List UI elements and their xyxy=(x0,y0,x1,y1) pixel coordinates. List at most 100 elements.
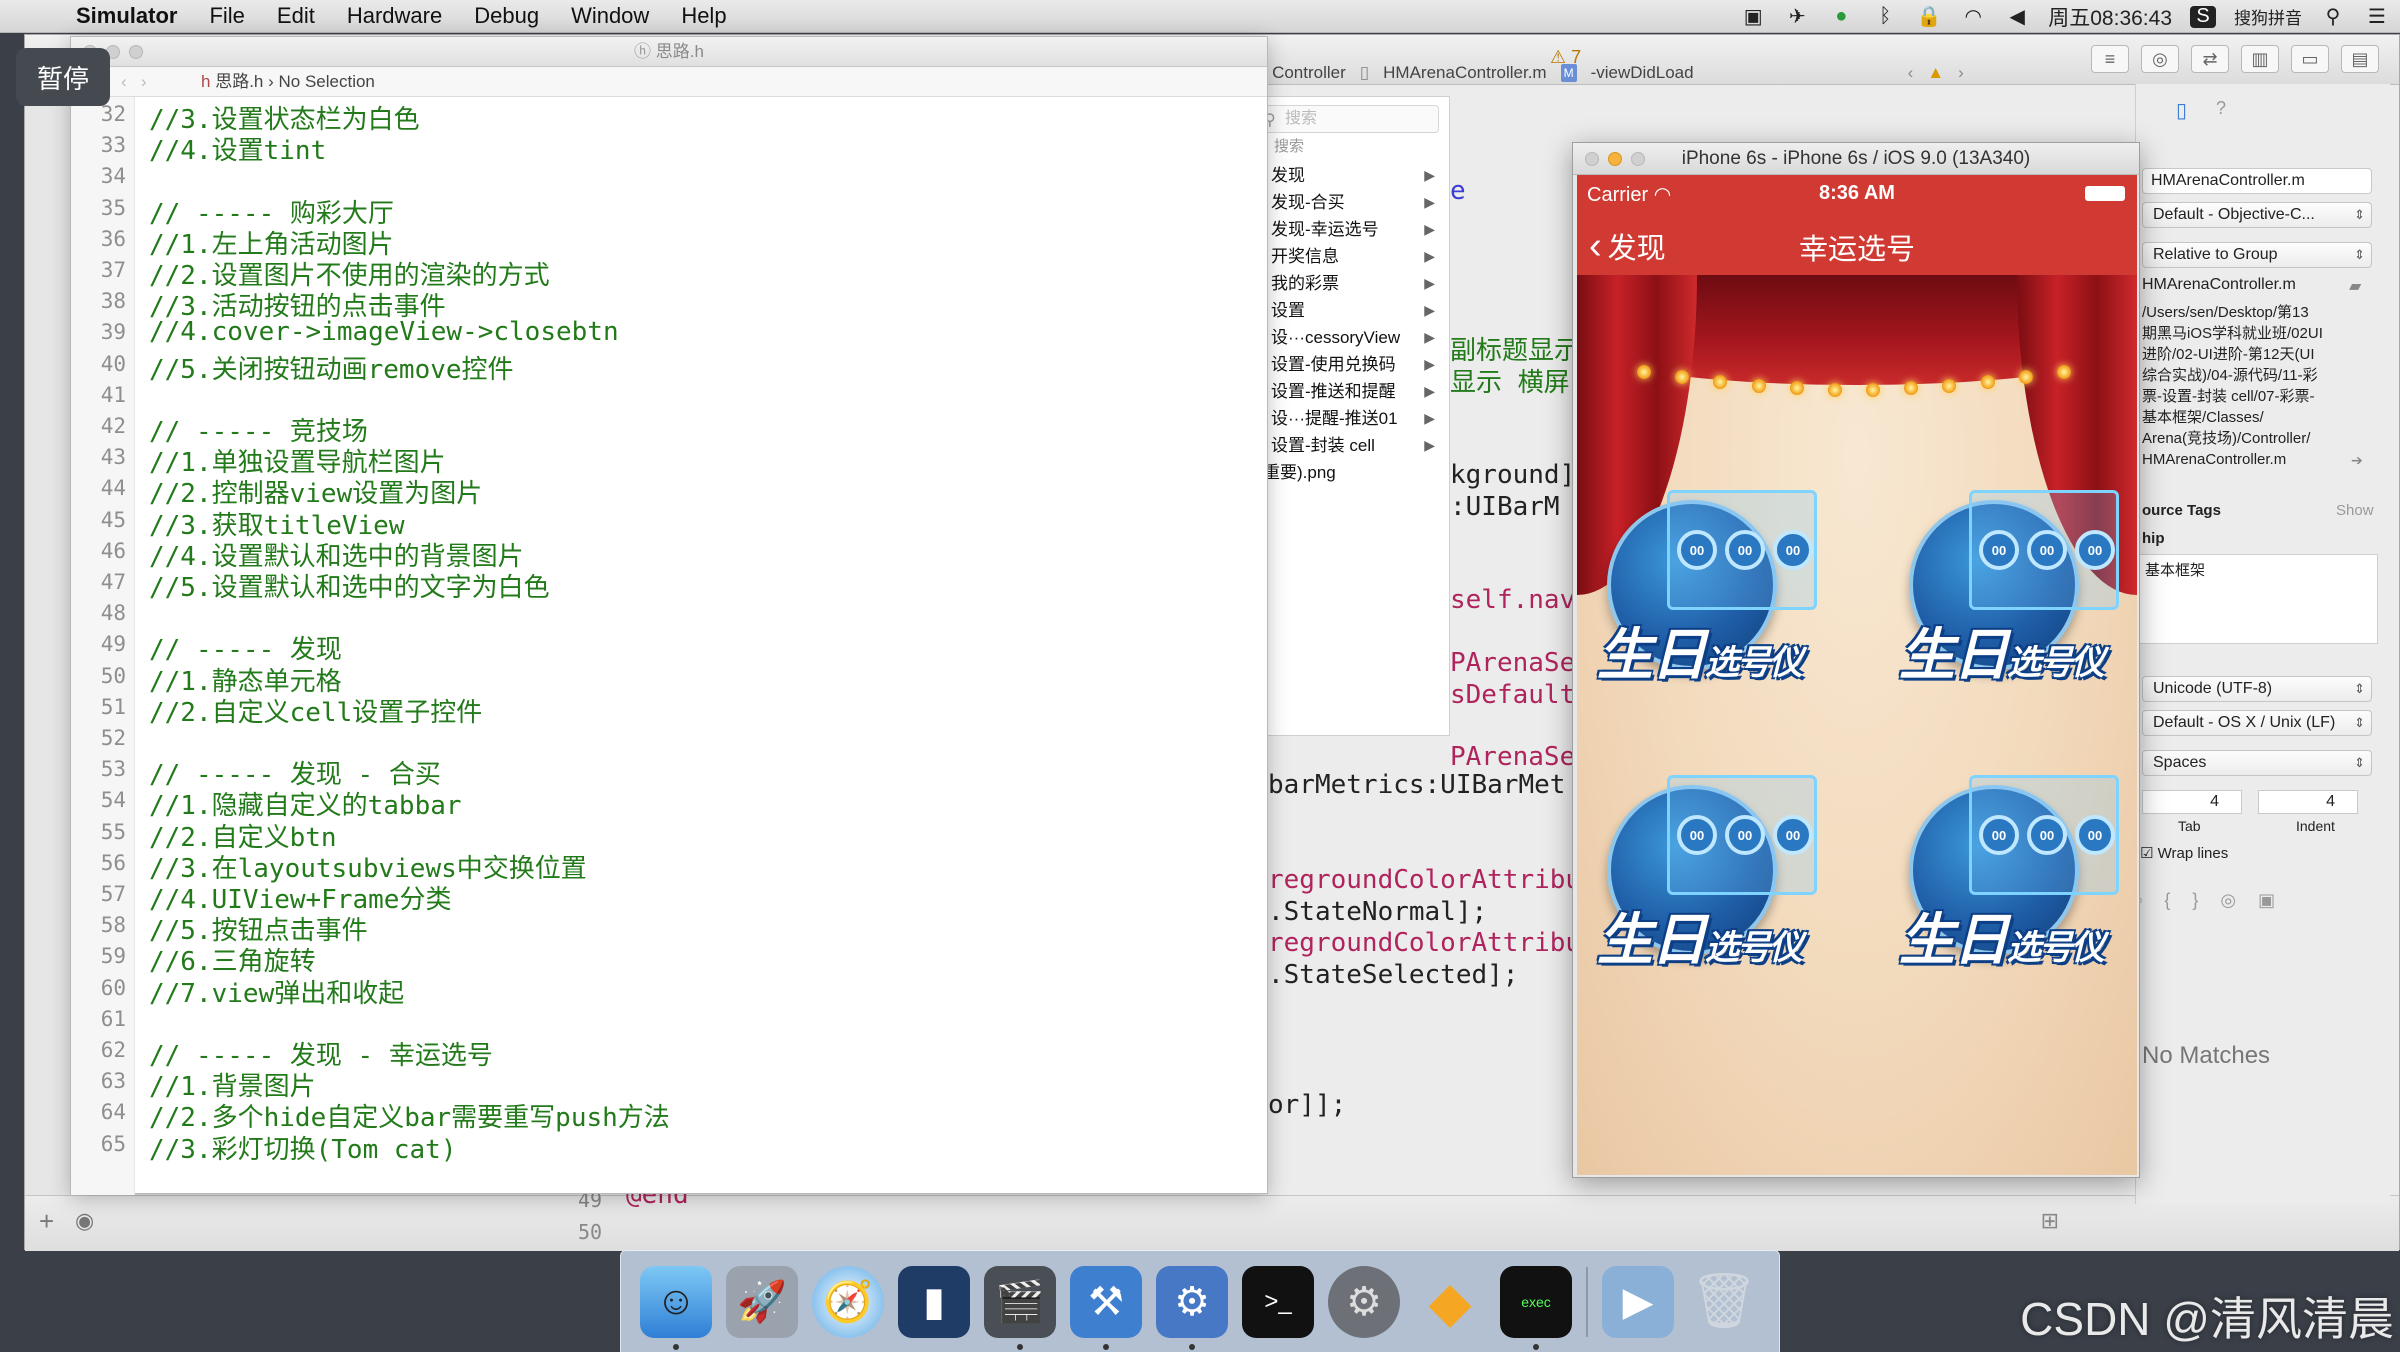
file-item[interactable]: 发现 ▶ xyxy=(1246,162,1449,189)
pause-badge[interactable]: 暂停 xyxy=(16,48,110,106)
file-item[interactable]: 发现-幸运选号 ▶ xyxy=(1246,216,1449,243)
menu-hardware[interactable]: Hardware xyxy=(331,3,458,29)
filter-icon[interactable]: ◉ xyxy=(75,1208,94,1234)
clock[interactable]: 周五08:36:43 xyxy=(2048,2,2172,32)
version-editor-icon[interactable]: ⇄ xyxy=(2191,45,2229,73)
file-item[interactable]: 常重要).png xyxy=(1246,459,1449,486)
standard-editor-icon[interactable]: ≡ xyxy=(2091,45,2129,73)
line-endings-select[interactable]: Default - OS X / Unix (LF) ⇕ xyxy=(2142,710,2372,736)
indent-using-select[interactable]: Spaces ⇕ xyxy=(2142,750,2372,776)
airplane-icon[interactable]: ✈ xyxy=(1784,6,1810,28)
jump-file[interactable]: HMArenaController.m xyxy=(1383,63,1546,83)
birthday-picker-tile[interactable]: 00 00 00 生日选号仪 xyxy=(1899,490,2129,710)
grid-icon[interactable]: ⊞ xyxy=(2041,1208,2059,1234)
birthday-picker-tile[interactable]: 00 00 00 生日选号仪 xyxy=(1597,490,1827,710)
toolbar-right-buttons: ≡ ◎ ⇄ ▥ ▭ ▤ xyxy=(2091,45,2379,73)
menu-window[interactable]: Window xyxy=(555,3,665,29)
menu-edit[interactable]: Edit xyxy=(261,3,331,29)
utilities-toggle-icon[interactable]: ▤ xyxy=(2341,45,2379,73)
file-type-select[interactable]: Default - Objective-C... ⇕ xyxy=(2142,202,2372,228)
minimize-button[interactable] xyxy=(1608,152,1622,166)
file-item[interactable]: 开奖信息 ▶ xyxy=(1246,243,1449,270)
volume-icon[interactable]: ◀ xyxy=(2004,6,2030,28)
jump-selection[interactable]: No Selection xyxy=(279,72,375,91)
menu-file[interactable]: File xyxy=(193,3,260,29)
sync-icon[interactable]: ● xyxy=(1828,5,1854,28)
encoding-select[interactable]: Unicode (UTF-8) ⇕ xyxy=(2142,676,2372,702)
screen-record-icon[interactable]: ▣ xyxy=(1740,6,1766,28)
jump-warning-icon[interactable]: ▲ xyxy=(1927,63,1944,83)
assistant-editor-icon[interactable]: ◎ xyxy=(2141,45,2179,73)
sogou-icon[interactable]: S xyxy=(2190,5,2216,28)
reveal-path-icon[interactable]: ➔ xyxy=(2351,452,2363,469)
iphone-screen[interactable]: Carrier ◠ 8:36 AM ‹ 发现 幸运选号 00 00 00 生日选号仪 0… xyxy=(1577,175,2137,1175)
birthday-picker-tile[interactable]: 00 00 00 生日选号仪 xyxy=(1597,775,1827,995)
instruments-icon[interactable]: ⚙ xyxy=(1156,1265,1228,1350)
file-item[interactable]: 设置 ▶ xyxy=(1246,297,1449,324)
screen-recorder-icon[interactable]: ▶ xyxy=(1602,1265,1674,1338)
file-search-input[interactable]: ⚲ 搜索 xyxy=(1256,105,1439,133)
photo-slideshow-icon[interactable]: 🎬 xyxy=(984,1265,1056,1350)
file-name-field[interactable]: HMArenaController.m xyxy=(2142,168,2372,194)
wrap-lines-checkbox[interactable]: ☑ Wrap lines xyxy=(2140,844,2228,862)
zoom-button[interactable] xyxy=(129,45,143,59)
code-line: //3.彩灯切换(Tom cat) xyxy=(149,1134,457,1165)
jump-prev-icon[interactable]: ‹ xyxy=(1908,63,1914,83)
spotlight-search-icon[interactable]: ⚲ xyxy=(2320,6,2346,28)
target-item[interactable]: 基本框架 xyxy=(2139,555,2377,584)
full-path: /Users/sen/Desktop/第13 期黑马iOS学科就业班/02UI … xyxy=(2142,304,2323,468)
show-toggle[interactable]: Show xyxy=(2336,502,2374,519)
reveal-folder-icon[interactable]: ▰ xyxy=(2349,276,2361,296)
birthday-picker-tile[interactable]: 00 00 00 生日选号仪 xyxy=(1899,775,2129,995)
finder-icon[interactable]: ☺ xyxy=(640,1265,712,1350)
mouse-icon[interactable]: ▮ xyxy=(898,1265,970,1338)
terminal-icon[interactable]: >_ xyxy=(1242,1265,1314,1338)
code-fragment: sDefault xyxy=(1450,680,1576,710)
close-button[interactable] xyxy=(1585,152,1599,166)
file-item[interactable]: 设置-推送和提醒 ▶ xyxy=(1246,378,1449,405)
menu-help[interactable]: Help xyxy=(665,3,742,29)
tile-dial: 00 xyxy=(1979,530,2019,570)
debug-area-toggle-icon[interactable]: ▭ xyxy=(2291,45,2329,73)
menu-bar: Simulator File Edit Hardware Debug Windo… xyxy=(0,0,2400,33)
code-editor[interactable]: 32 33 34 35 36 37 38 39 40 41 42 43 44 45 46 47 48 49 50 51… xyxy=(71,97,1267,1195)
input-method[interactable]: 搜狗拼音 xyxy=(2234,4,2302,29)
status-bar: Carrier ◠ 8:36 AM xyxy=(1577,175,2137,211)
file-item[interactable]: 我的彩票 ▶ xyxy=(1246,270,1449,297)
console-exec-icon[interactable]: exec xyxy=(1500,1265,1572,1350)
bluetooth-icon[interactable]: ᛒ xyxy=(1872,5,1898,28)
system-preferences-icon[interactable]: ⚙ xyxy=(1328,1265,1400,1338)
jump-method[interactable]: -viewDidLoad xyxy=(1591,63,1694,83)
add-icon[interactable]: + xyxy=(39,1206,54,1237)
file-item[interactable]: 设···cessoryView ▶ xyxy=(1246,324,1449,351)
line-number: 45 xyxy=(100,507,126,532)
safari-icon[interactable]: 🧭 xyxy=(812,1265,884,1338)
notification-center-icon[interactable]: ☰ xyxy=(2364,6,2390,28)
lock-icon[interactable]: 🔒 xyxy=(1916,6,1942,28)
wifi-icon[interactable]: ◠ xyxy=(1960,6,1986,28)
jump-controller[interactable]: Controller xyxy=(1272,63,1346,83)
code-line: //7.view弹出和收起 xyxy=(149,978,405,1009)
stage-light-bulb xyxy=(1980,374,1995,389)
file-item[interactable]: 发现-合买 ▶ xyxy=(1246,189,1449,216)
zoom-button[interactable] xyxy=(1631,152,1645,166)
location-select[interactable]: Relative to Group ⇕ xyxy=(2142,242,2372,268)
nav-back-forward-icon[interactable]: ‹ › xyxy=(121,67,147,97)
file-item[interactable]: 设置-封装 cell ▶ xyxy=(1246,432,1449,459)
jump-next-icon[interactable]: › xyxy=(1958,63,1964,83)
indent-width-field[interactable]: 4 xyxy=(2258,790,2358,814)
file-inspector-tab-icon[interactable]: ▯ xyxy=(2176,98,2187,123)
file-item[interactable]: 设置-使用兑换码 ▶ xyxy=(1246,351,1449,378)
jump-file[interactable]: 思路.h xyxy=(215,72,263,91)
library-tabs[interactable]: ▫{}◎▣ xyxy=(2136,890,2297,911)
file-item[interactable]: 设···提醒-推送01 ▶ xyxy=(1246,405,1449,432)
xcode-icon[interactable]: ⚒ xyxy=(1070,1265,1142,1350)
tab-width-field[interactable]: 4 xyxy=(2142,790,2242,814)
sketch-icon[interactable]: ◆ xyxy=(1414,1266,1486,1338)
launchpad-icon[interactable]: 🚀 xyxy=(726,1265,798,1338)
menu-app-name[interactable]: Simulator xyxy=(60,3,193,29)
menu-debug[interactable]: Debug xyxy=(458,3,555,29)
trash-icon[interactable]: 🗑 xyxy=(1688,1266,1760,1338)
navigator-toggle-icon[interactable]: ▥ xyxy=(2241,45,2279,73)
quick-help-tab-icon[interactable]: ? xyxy=(2216,98,2226,119)
